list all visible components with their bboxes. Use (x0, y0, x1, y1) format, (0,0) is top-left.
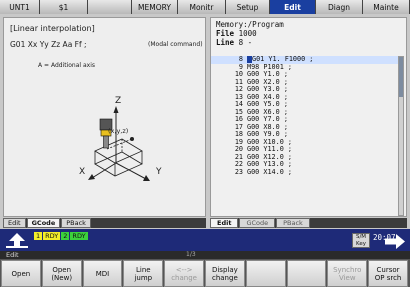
linear-interpolation-diagram (88, 106, 150, 181)
mode-strip: Edit 1/3 (0, 251, 410, 259)
softkey-5[interactable]: <--> change (164, 260, 204, 287)
tab-maintenance[interactable]: Mainte (363, 0, 410, 14)
system1-number: 1 (34, 232, 43, 240)
program-line-row[interactable]: 23 G00 X14.0 ; (211, 167, 399, 177)
tab-setup[interactable]: Setup (226, 0, 270, 14)
program-line: Line 8 - (216, 38, 252, 47)
softkey-7[interactable] (245, 260, 286, 287)
softkey-bar: Open Open (New) MDI Line jump <--> change Dis… (0, 259, 410, 287)
status-bar: 1 RDY 2 RDY S/M Key 20:07 (0, 229, 410, 251)
right-tab-pback[interactable]: PBack (276, 218, 310, 228)
gcode-text[interactable]: G00 X14.0 ; (247, 168, 399, 177)
axis-z-label: Z (115, 96, 122, 106)
menu-page-indicator: 1/3 (186, 251, 196, 258)
system2-number: 2 (61, 232, 70, 240)
axis-x-label: X (79, 167, 86, 177)
tab-system-1[interactable]: $1 (40, 0, 88, 14)
tab-unt1[interactable]: UNT1 (0, 0, 40, 14)
top-tab-bar: UNT1 $1 MEMORY Monitr Setup Edit Diagn M… (0, 0, 410, 14)
ready-indicators: 1 RDY 2 RDY (34, 232, 89, 240)
left-tab-pback[interactable]: PBack (61, 218, 91, 228)
coord-label: (x,y,z) (108, 127, 129, 135)
left-tab-gcode[interactable]: GCode (26, 218, 61, 228)
system2-rdy: RDY (70, 232, 88, 240)
softkey-2[interactable]: Open (New) (41, 260, 82, 287)
softkey-6[interactable]: Display change (204, 260, 245, 287)
line-number: 23 (234, 167, 243, 176)
softkey-10[interactable]: Cursor OP srch (368, 260, 408, 287)
program-file: File 1000 (216, 29, 257, 38)
system1-rdy: RDY (43, 232, 61, 240)
softkey-1[interactable]: Open (1, 260, 41, 287)
line-value: 8 - (238, 38, 253, 47)
right-tab-edit[interactable]: Edit (210, 218, 239, 228)
scrollbar-thumb[interactable] (399, 57, 403, 97)
file-value: 1000 (238, 29, 257, 38)
program-editor[interactable]: Memory:/Program File 1000 Line 8 - 8 G01 … (210, 17, 407, 217)
return-up-arrow-icon[interactable] (6, 232, 28, 248)
next-menu-arrow-icon[interactable] (384, 234, 406, 249)
tab-edit[interactable]: Edit (270, 0, 316, 14)
right-tab-gcode[interactable]: GCode (239, 218, 276, 228)
tab-memory[interactable]: MEMORY (132, 0, 178, 14)
sm-key-button[interactable]: S/M Key (352, 233, 370, 248)
softkey-9[interactable]: Synchro View (327, 260, 368, 287)
right-subtabs: Edit GCode PBack (210, 218, 407, 228)
file-label: File (216, 29, 235, 38)
line-label: Line (216, 38, 235, 47)
softkey-3[interactable]: MDI (82, 260, 123, 287)
tab-monitor[interactable]: Monitr (178, 0, 226, 14)
cnc-screen: UNT1 $1 MEMORY Monitr Setup Edit Diagn M… (0, 0, 410, 287)
gcode-guide-pane: [Linear interpolation] G01 Xx Yy Zz Aa F… (3, 17, 206, 217)
softkey-8[interactable] (286, 260, 327, 287)
tab-blank[interactable] (88, 0, 132, 14)
softkey-4[interactable]: Line jump (123, 260, 164, 287)
left-tab-edit[interactable]: Edit (3, 218, 26, 228)
program-path: Memory:/Program (216, 20, 284, 29)
tab-diagnosis[interactable]: Diagn (316, 0, 363, 14)
program-lines[interactable]: 8 G01 Y1. F1000 ; 9 M98 P1001 ; 10 G00 Y1.0 ;… (211, 56, 399, 216)
left-subtabs: Edit GCode PBack (3, 218, 206, 228)
mode-label: Edit (6, 251, 19, 259)
gcode-text-current: G01 Y1. F1000 ; (252, 56, 314, 63)
axis-y-label: Y (156, 167, 162, 177)
program-scrollbar[interactable] (398, 56, 404, 216)
